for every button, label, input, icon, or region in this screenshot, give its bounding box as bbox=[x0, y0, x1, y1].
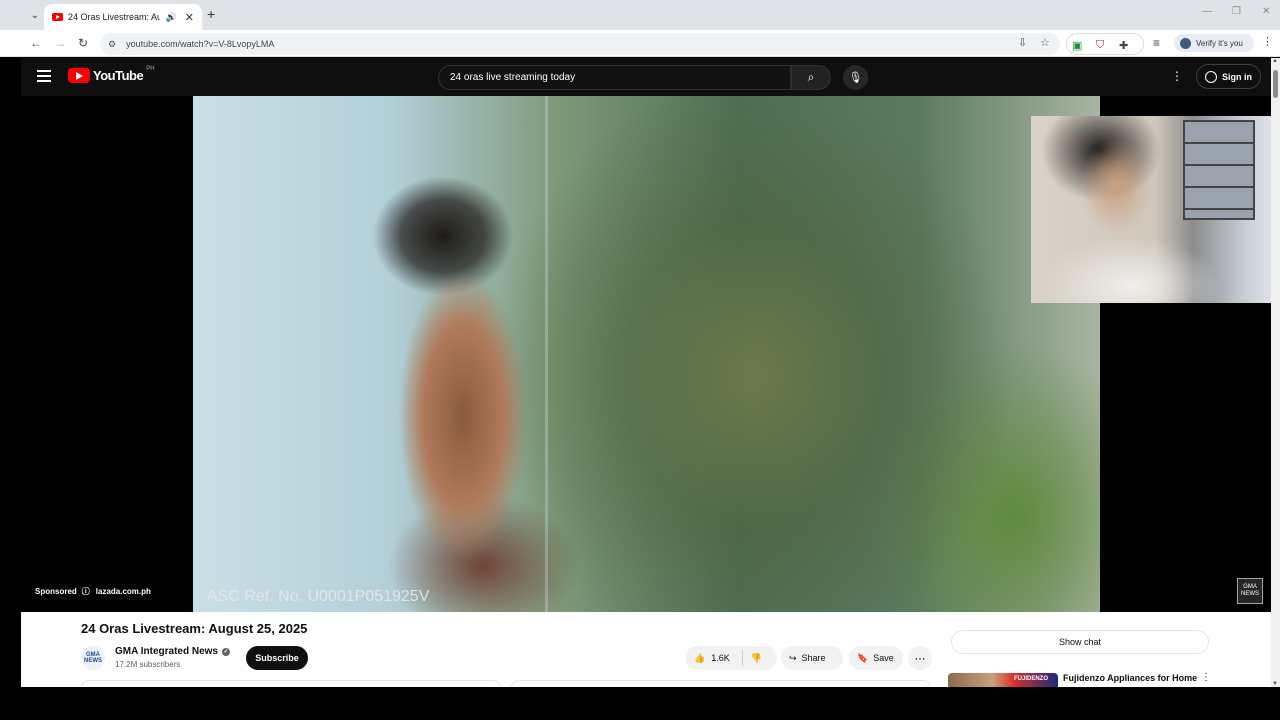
share-icon: ↪ bbox=[789, 652, 797, 663]
minimize-icon[interactable]: — bbox=[1202, 6, 1212, 17]
youtube-favicon-icon bbox=[52, 13, 63, 21]
ad-reference-text: ASC Ref. No. U0001P051925V bbox=[207, 588, 430, 605]
channel-avatar[interactable]: GMA NEWS bbox=[81, 646, 105, 670]
microphone-icon: 🎙 bbox=[848, 72, 863, 84]
youtube-header: YouTube PH 24 oras live streaming today … bbox=[21, 58, 1271, 96]
advertiser-domain[interactable]: lazada.com.ph bbox=[96, 587, 151, 596]
media-control-icon[interactable]: ≡ bbox=[1153, 36, 1160, 50]
save-button[interactable]: 🔖 Save bbox=[849, 646, 903, 670]
verified-check-icon: ✓ bbox=[221, 647, 230, 656]
tab-title: 24 Oras Livestream: August bbox=[68, 12, 160, 22]
video-glass-edge bbox=[545, 96, 548, 612]
url-text[interactable]: youtube.com/watch?v=V-8LvopyLMA bbox=[126, 39, 274, 49]
bookmark-star-icon[interactable]: ☆ bbox=[1040, 36, 1050, 49]
subscriber-count: 17.2M subscribers bbox=[115, 660, 181, 669]
scroll-down-icon[interactable]: ▼ bbox=[1272, 681, 1278, 687]
restore-icon[interactable]: ❐ bbox=[1232, 6, 1241, 17]
voice-search-button[interactable]: 🎙 bbox=[843, 65, 868, 90]
sponsored-label: Sponsored bbox=[35, 587, 77, 596]
more-actions-button[interactable]: ⋯ bbox=[908, 646, 932, 670]
scrollbar-thumb[interactable] bbox=[1273, 70, 1278, 98]
close-tab-icon[interactable]: ✕ bbox=[185, 11, 194, 24]
webcam-shelf bbox=[1183, 120, 1255, 220]
show-chat-button[interactable]: Show chat bbox=[951, 630, 1209, 654]
country-code: PH bbox=[146, 65, 155, 72]
subscribe-button[interactable]: Subscribe bbox=[246, 646, 308, 670]
logo-wordmark: YouTube bbox=[93, 68, 144, 83]
search-icon: ⌕ bbox=[807, 70, 815, 84]
recommendation-menu-icon[interactable]: ⋮ bbox=[1201, 672, 1211, 683]
channel-name-text[interactable]: GMA Integrated News bbox=[115, 646, 218, 657]
tab-search-chevron-icon[interactable]: ⌄ bbox=[26, 6, 44, 24]
info-icon[interactable]: ⓘ bbox=[82, 586, 90, 597]
extensions-group: ▣ ⛉ ✚ bbox=[1066, 33, 1144, 55]
channel-name[interactable]: GMA Integrated News ✓ bbox=[115, 646, 230, 657]
more-horizontal-icon: ⋯ bbox=[914, 652, 926, 665]
like-divider bbox=[741, 650, 743, 666]
browser-toolbar: ← → ↻ ⚙ youtube.com/watch?v=V-8LvopyLMA … bbox=[0, 30, 1280, 57]
save-label: Save bbox=[873, 653, 894, 663]
back-icon[interactable]: ← bbox=[30, 36, 42, 50]
sign-in-label: Sign in bbox=[1222, 71, 1252, 82]
channel-watermark[interactable]: GMA NEWS bbox=[1237, 578, 1263, 604]
profile-label: Verify it's you bbox=[1196, 38, 1243, 48]
comments-box[interactable] bbox=[511, 680, 931, 687]
bookmark-icon: 🔖 bbox=[857, 652, 869, 663]
extension-green-icon[interactable]: ▣ bbox=[1072, 34, 1082, 56]
site-info-icon[interactable]: ⚙ bbox=[108, 39, 116, 50]
like-count[interactable]: 1.6K bbox=[711, 653, 730, 663]
search-input[interactable]: 24 oras live streaming today bbox=[438, 65, 791, 90]
profile-button[interactable]: Verify it's you bbox=[1174, 34, 1254, 52]
menu-icon[interactable] bbox=[37, 70, 51, 82]
settings-kebab-icon[interactable]: ⋮ bbox=[1171, 69, 1183, 83]
page-scrollbar[interactable]: ▲ ▼ bbox=[1271, 58, 1280, 687]
browser-tab-bar: ⌄ 24 Oras Livestream: August 🔊 ✕ + — ❐ ✕ bbox=[0, 0, 1280, 30]
recommendation-title[interactable]: Fujidenzo Appliances for Home bbox=[1063, 673, 1197, 683]
address-bar[interactable]: ⚙ youtube.com/watch?v=V-8LvopyLMA ⇩ ☆ bbox=[100, 33, 1060, 55]
sign-in-button[interactable]: Sign in bbox=[1196, 64, 1261, 89]
like-dislike-group: 👍 1.6K 👎 bbox=[685, 646, 777, 670]
share-label: Share bbox=[801, 653, 826, 663]
extension-shield-icon[interactable]: ⛉ bbox=[1096, 34, 1104, 56]
install-app-icon[interactable]: ⇩ bbox=[1018, 36, 1027, 49]
video-title: 24 Oras Livestream: August 25, 2025 bbox=[81, 621, 308, 636]
browser-tab-active[interactable]: 24 Oras Livestream: August 🔊 ✕ bbox=[44, 4, 202, 30]
recommendation-brand: FUJIDENZO bbox=[1014, 676, 1049, 682]
profile-avatar bbox=[1180, 37, 1191, 49]
account-icon bbox=[1205, 70, 1217, 83]
search-button[interactable]: ⌕ bbox=[791, 65, 831, 90]
close-window-icon[interactable]: ✕ bbox=[1262, 6, 1270, 17]
new-tab-icon[interactable]: + bbox=[207, 6, 215, 22]
video-frame[interactable]: ASC Ref. No. U0001P051925V bbox=[193, 96, 1100, 612]
thumbs-down-icon[interactable]: 👎 bbox=[751, 653, 762, 664]
browser-menu-icon[interactable]: ⋮ bbox=[1262, 35, 1273, 48]
recommendation-thumbnail[interactable]: FUJIDENZO bbox=[948, 673, 1058, 687]
youtube-play-icon bbox=[68, 68, 90, 83]
reload-icon[interactable]: ↻ bbox=[78, 36, 88, 50]
extensions-puzzle-icon[interactable]: ✚ bbox=[1119, 34, 1128, 56]
forward-icon[interactable]: → bbox=[54, 36, 66, 50]
speaker-icon[interactable]: 🔊 bbox=[166, 12, 177, 23]
thumbs-up-icon[interactable]: 👍 bbox=[694, 653, 705, 664]
webcam-overlay bbox=[1031, 116, 1280, 303]
scroll-up-icon[interactable]: ▲ bbox=[1272, 58, 1278, 64]
description-box[interactable] bbox=[81, 680, 501, 687]
sponsored-badge[interactable]: Sponsored ⓘ lazada.com.ph bbox=[35, 586, 151, 597]
share-button[interactable]: ↪ Share bbox=[781, 646, 843, 670]
youtube-logo[interactable]: YouTube PH bbox=[68, 65, 155, 83]
screen: ⌄ 24 Oras Livestream: August 🔊 ✕ + — ❐ ✕… bbox=[0, 0, 1280, 720]
